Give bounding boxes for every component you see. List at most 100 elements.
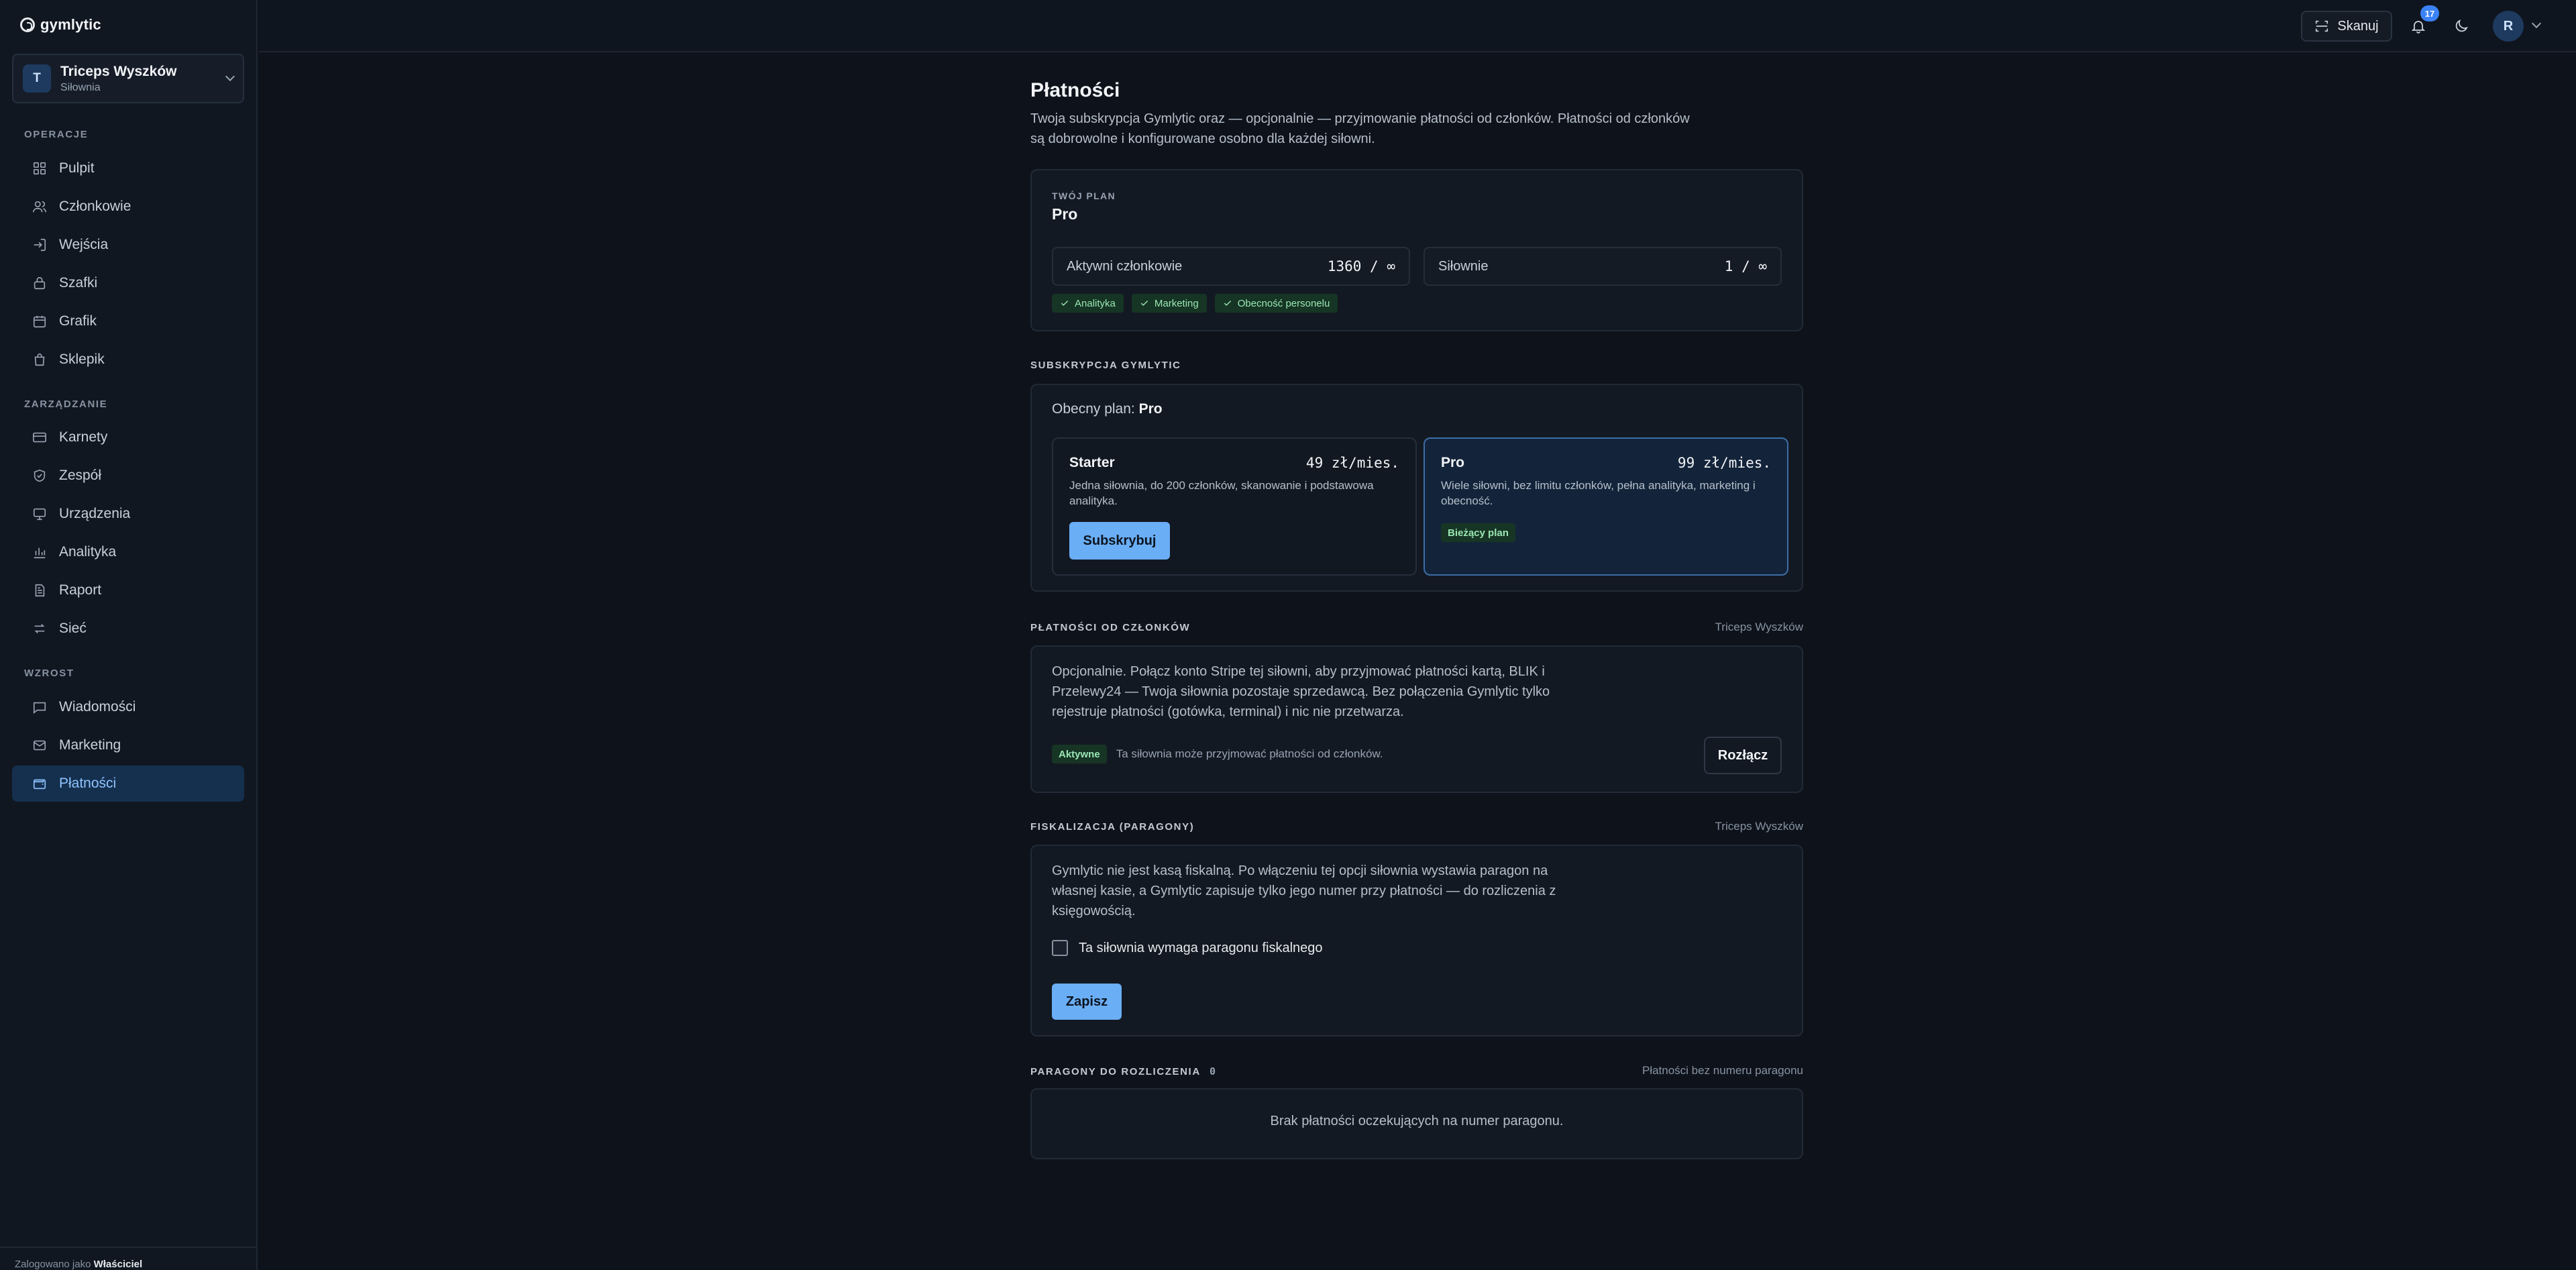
sidebar-item-label: Pulpit	[59, 160, 95, 176]
stat-value: 1360 / ∞	[1327, 258, 1395, 274]
receipts-count: 0	[1209, 1065, 1217, 1077]
sidebar-item-karnety[interactable]: Karnety	[12, 419, 244, 456]
subscription-card: Obecny plan: Pro Starter 49 zł/mies. Jed…	[1030, 384, 1803, 592]
sidebar-item-wiadomosci[interactable]: Wiadomości	[12, 689, 244, 725]
topbar	[259, 0, 2576, 52]
gym-avatar: T	[23, 64, 51, 93]
app-name: gymlytic	[40, 16, 101, 33]
sidebar-item-label: Członkowie	[59, 199, 131, 214]
mail-icon	[32, 738, 47, 753]
receipts-label: PARAGONY DO ROZLICZENIA	[1030, 1066, 1201, 1077]
sidebar-item-label: Karnety	[59, 429, 108, 445]
scan-button-label: Skanuj	[2337, 18, 2379, 34]
check-icon	[1140, 301, 1148, 306]
fiscal-description: Gymlytic nie jest kasą fiskalną. Po włąc…	[1052, 863, 1556, 918]
nav-section-wzrost: WZROST	[24, 668, 74, 679]
current-plan-name: Pro	[1138, 401, 1163, 417]
gymlytic-logo-icon	[20, 17, 35, 32]
theme-toggle-button[interactable]	[2449, 13, 2474, 39]
scan-icon	[2316, 20, 2328, 32]
tier-name: Pro	[1441, 455, 1465, 470]
stat-label: Aktywni członkowie	[1067, 258, 1183, 274]
scan-button[interactable]: Skanuj	[2301, 11, 2392, 42]
receipts-section-label: PARAGONY DO ROZLICZENIA 0	[1030, 1065, 1217, 1077]
logged-in-prefix: Zalogowano jako	[15, 1259, 91, 1270]
sidebar-item-analityka[interactable]: Analityka	[12, 534, 244, 570]
logged-in-role: Właściciel	[93, 1259, 143, 1270]
stat-active-members: Aktywni członkowie 1360 / ∞	[1052, 247, 1410, 286]
sidebar-item-czlonkowie[interactable]: Członkowie	[12, 189, 244, 225]
current-plan: Obecny plan: Pro	[1052, 401, 1163, 417]
receipts-card: Brak płatności oczekujących na numer par…	[1030, 1088, 1803, 1159]
member-payments-gym: Triceps Wyszków	[1715, 621, 1803, 633]
tier-starter: Starter 49 zł/mies. Jedna siłownia, do 2…	[1052, 437, 1417, 576]
nav-section-zarzadzanie: ZARZĄDZANIE	[24, 399, 108, 410]
gym-type: Siłownia	[60, 81, 101, 93]
notifications-button[interactable]: 17	[2406, 5, 2439, 39]
sidebar-item-platnosci[interactable]: Płatności	[12, 765, 244, 802]
card-icon	[32, 430, 47, 445]
member-payments-card: Opcjonalnie. Połącz konto Stripe tej sił…	[1030, 645, 1803, 793]
save-button[interactable]: Zapisz	[1052, 984, 1122, 1020]
user-avatar[interactable]: R	[2493, 11, 2524, 42]
sidebar-item-grafik[interactable]: Grafik	[12, 303, 244, 339]
wallet-icon	[32, 776, 47, 791]
status-badge: Aktywne	[1052, 745, 1107, 763]
status-text: Ta siłownia może przyjmować płatności od…	[1116, 747, 1383, 760]
chevron-down-icon	[225, 71, 235, 82]
disconnect-button[interactable]: Rozłącz	[1704, 737, 1782, 774]
check-icon	[1061, 301, 1069, 306]
subscribe-button[interactable]: Subskrybuj	[1069, 522, 1170, 560]
feature-chip: Obecność personelu	[1214, 294, 1338, 313]
sidebar-item-label: Wiadomości	[59, 699, 136, 715]
sidebar-item-label: Płatności	[59, 776, 117, 791]
plan-name: Pro	[1052, 205, 1078, 223]
sidebar-item-zespol[interactable]: Zespół	[12, 458, 244, 494]
sidebar-item-label: Analityka	[59, 544, 117, 560]
subscription-section-label: SUBSKRYPCJA GYMLYTIC	[1030, 360, 1181, 371]
dashboard-icon	[32, 161, 47, 176]
page-description: Twoja subskrypcja Gymlytic oraz — opcjon…	[1030, 111, 1690, 146]
sidebar-item-label: Urządzenia	[59, 506, 131, 521]
sidebar-item-label: Raport	[59, 582, 102, 598]
users-icon	[32, 199, 47, 214]
fiscal-receipt-checkbox-row[interactable]: Ta siłownia wymaga paragonu fiskalnego	[1052, 940, 1323, 956]
feature-label: Analityka	[1075, 297, 1116, 309]
sidebar-item-label: Grafik	[59, 313, 97, 329]
moon-icon	[2455, 19, 2468, 32]
stat-value: 1 / ∞	[1724, 258, 1767, 274]
member-payments-description: Opcjonalnie. Połącz konto Stripe tej sił…	[1052, 664, 1550, 719]
notifications-badge: 17	[2420, 5, 2439, 21]
empty-state: Brak płatności oczekujących na numer par…	[1270, 1114, 1564, 1128]
logged-in-as: Zalogowano jako Właściciel	[15, 1259, 142, 1270]
sidebar-item-label: Wejścia	[59, 237, 109, 252]
shopping-bag-icon	[32, 352, 47, 367]
app-logo[interactable]: gymlytic	[20, 16, 101, 34]
sidebar-item-urzadzenia[interactable]: Urządzenia	[12, 496, 244, 532]
sidebar-item-marketing[interactable]: Marketing	[12, 727, 244, 763]
tier-pro: Pro 99 zł/mies. Wiele siłowni, bez limit…	[1424, 437, 1788, 576]
gym-switcher[interactable]: T Triceps Wyszków Siłownia	[12, 54, 244, 103]
current-plan-badge: Bieżący plan	[1441, 523, 1515, 542]
feature-label: Marketing	[1154, 297, 1199, 309]
tier-description: Wiele siłowni, bez limitu członków, pełn…	[1441, 479, 1756, 507]
fiscal-receipt-checkbox[interactable]	[1052, 940, 1068, 956]
sidebar-item-raport[interactable]: Raport	[12, 572, 244, 608]
sidebar-item-siec[interactable]: Sieć	[12, 611, 244, 647]
tier-description: Jedna siłownia, do 200 członków, skanowa…	[1069, 479, 1374, 507]
stat-label: Siłownie	[1438, 258, 1489, 274]
gym-name: Triceps Wyszków	[60, 63, 177, 79]
sidebar-item-label: Sklepik	[59, 352, 105, 367]
sidebar-item-pulpit[interactable]: Pulpit	[12, 150, 244, 187]
sidebar-item-szafki[interactable]: Szafki	[12, 265, 244, 301]
sidebar-divider	[0, 1247, 258, 1248]
sidebar-item-sklepik[interactable]: Sklepik	[12, 341, 244, 378]
message-icon	[32, 700, 47, 715]
sidebar-item-label: Szafki	[59, 275, 98, 290]
feature-chip: Analityka	[1052, 294, 1124, 313]
shield-check-icon	[32, 468, 47, 483]
tier-price: 99 zł/mies.	[1677, 455, 1771, 471]
sidebar-item-wejscia[interactable]: Wejścia	[12, 227, 244, 263]
monitor-icon	[32, 507, 47, 521]
arrows-exchange-icon	[32, 621, 47, 636]
